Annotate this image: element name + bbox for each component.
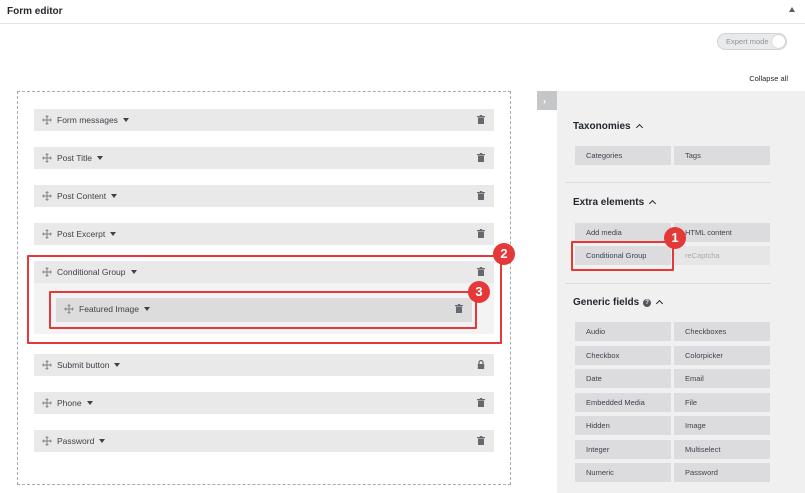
add-multiselect-button[interactable]: Multiselect	[674, 440, 770, 459]
field-form-messages[interactable]: Form messages	[34, 109, 494, 131]
move-icon[interactable]	[42, 191, 52, 201]
sidebar-toggle[interactable]: ›	[537, 91, 557, 110]
collapse-panel-icon[interactable]	[789, 7, 795, 12]
chevron-down-icon[interactable]	[122, 118, 129, 122]
section-extra-elements-title[interactable]: Extra elements	[573, 197, 657, 208]
field-label[interactable]: Form messages	[57, 115, 129, 125]
move-icon[interactable]	[42, 436, 52, 446]
field-post-title[interactable]: Post Title	[34, 147, 494, 169]
add-audio-button[interactable]: Audio	[575, 322, 671, 341]
chevron-up-icon[interactable]	[656, 299, 664, 308]
field-post-excerpt[interactable]: Post Excerpt	[34, 223, 494, 245]
section-divider	[565, 283, 771, 284]
field-label[interactable]: Password	[57, 436, 106, 446]
trash-icon[interactable]	[477, 398, 485, 407]
lock-icon	[477, 360, 485, 369]
add-checkbox-button[interactable]: Checkbox	[575, 346, 671, 365]
help-icon[interactable]: ?	[643, 299, 652, 307]
field-password[interactable]: Password	[34, 430, 494, 452]
trash-icon[interactable]	[477, 191, 485, 200]
move-icon[interactable]	[42, 153, 52, 163]
add-numeric-button[interactable]: Numeric	[575, 463, 671, 482]
field-post-content[interactable]: Post Content	[34, 185, 494, 207]
highlight-featured-image	[49, 291, 477, 329]
annotation-badge-1: 1	[664, 227, 686, 249]
trash-icon[interactable]	[477, 153, 485, 162]
trash-icon[interactable]	[477, 436, 485, 445]
add-categories-button[interactable]: Categories	[575, 146, 671, 165]
chevron-up-icon[interactable]	[649, 199, 657, 208]
chevron-right-icon: ›	[543, 96, 546, 106]
highlight-add-conditional-group	[571, 241, 674, 271]
trash-icon[interactable]	[477, 229, 485, 238]
trash-icon[interactable]	[477, 115, 485, 124]
add-image-button[interactable]: Image	[674, 416, 770, 435]
section-generic-fields-title[interactable]: Generic fields?	[573, 297, 664, 308]
add-integer-button[interactable]: Integer	[575, 440, 671, 459]
add-file-button[interactable]: File	[674, 393, 770, 412]
field-phone[interactable]: Phone	[34, 392, 494, 414]
chevron-up-icon[interactable]	[635, 123, 643, 132]
move-icon[interactable]	[42, 115, 52, 125]
add-checkboxes-button[interactable]: Checkboxes	[674, 322, 770, 341]
annotation-badge-3: 3	[468, 281, 490, 303]
collapse-all-link[interactable]: Collapse all	[749, 74, 788, 83]
add-date-button[interactable]: Date	[575, 369, 671, 388]
field-label[interactable]: Phone	[57, 398, 93, 408]
form-editor-header: Form editor	[0, 0, 805, 24]
move-icon[interactable]	[42, 398, 52, 408]
add-media-button[interactable]: Add media	[575, 223, 671, 242]
add-email-button[interactable]: Email	[674, 369, 770, 388]
field-label[interactable]: Submit button	[57, 360, 121, 370]
add-colorpicker-button[interactable]: Colorpicker	[674, 346, 770, 365]
field-label[interactable]: Post Title	[57, 153, 103, 163]
annotation-badge-2: 2	[493, 243, 515, 265]
expert-mode-toggle[interactable]: Expert mode	[717, 33, 787, 50]
field-label[interactable]: Post Excerpt	[57, 229, 117, 239]
field-submit-button[interactable]: Submit button	[34, 354, 494, 376]
chevron-down-icon[interactable]	[96, 156, 103, 160]
chevron-down-icon[interactable]	[111, 194, 118, 198]
add-password-button[interactable]: Password	[674, 463, 770, 482]
add-hidden-button[interactable]: Hidden	[575, 416, 671, 435]
add-tags-button[interactable]: Tags	[674, 146, 770, 165]
section-divider	[565, 182, 771, 183]
move-icon[interactable]	[42, 229, 52, 239]
move-icon[interactable]	[42, 360, 52, 370]
add-html-content-button[interactable]: HTML content	[674, 223, 770, 242]
chevron-down-icon[interactable]	[110, 232, 117, 236]
form-editor-title: Form editor	[7, 6, 63, 17]
section-taxonomies-title[interactable]: Taxonomies	[573, 121, 643, 132]
add-embedded-media-button[interactable]: Embedded Media	[575, 393, 671, 412]
chevron-down-icon[interactable]	[114, 363, 121, 367]
field-label[interactable]: Post Content	[57, 191, 118, 201]
add-recaptcha-button[interactable]: reCaptcha	[674, 246, 770, 265]
toggle-knob	[772, 35, 785, 48]
chevron-down-icon[interactable]	[99, 439, 106, 443]
expert-mode-label: Expert mode	[726, 37, 769, 46]
chevron-down-icon[interactable]	[86, 401, 93, 405]
